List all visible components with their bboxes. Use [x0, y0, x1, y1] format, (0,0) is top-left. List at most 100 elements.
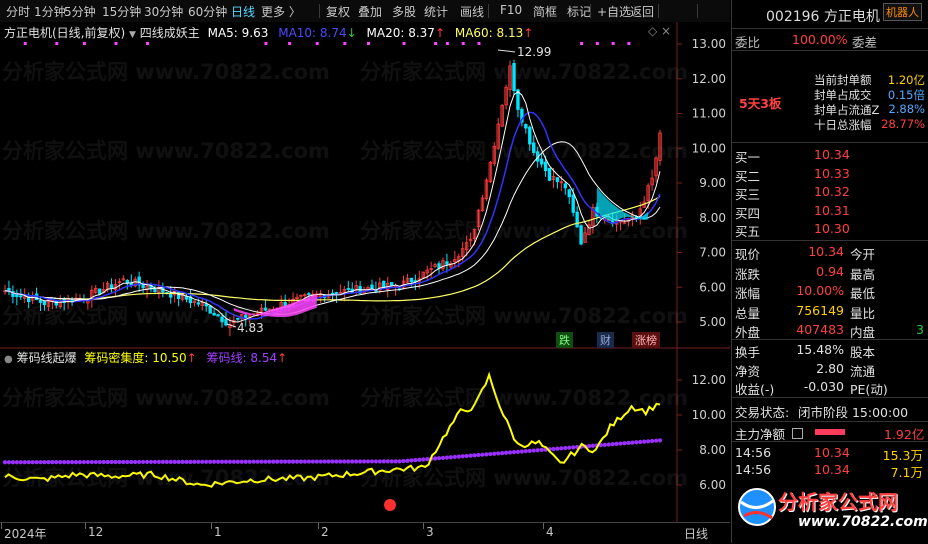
toolbar-item[interactable]: 分时: [6, 3, 30, 20]
sub-indicator-name[interactable]: 筹码线起爆: [17, 351, 77, 365]
candle-body: [15, 293, 19, 297]
badge-finance[interactable]: 财: [597, 332, 614, 348]
chip-line-dot: [417, 457, 422, 462]
tick-time: 14:56: [735, 445, 772, 460]
chip-line-dot: [496, 451, 501, 456]
toolbar-item[interactable]: 60分钟: [188, 3, 227, 20]
toolbar-item[interactable]: F10: [500, 3, 522, 17]
quote-value: 0.94: [816, 263, 844, 279]
kline-chart[interactable]: 13.00 12.00 11.00 10.00 9.00 8.00 7.00 6.00 5.00…: [0, 22, 730, 522]
toolbar-item[interactable]: 复权: [326, 3, 350, 20]
robot-tag[interactable]: 机器人: [883, 3, 922, 21]
weibi-label: 委比: [735, 35, 761, 50]
chip-line-dot: [373, 459, 379, 464]
candle-body: [563, 183, 568, 189]
quote-value: 756149: [796, 302, 844, 318]
chip-line-dot: [504, 450, 509, 455]
chip-line-dot: [614, 441, 619, 446]
chip-line-dot: [18, 460, 23, 465]
toolbar-item[interactable]: +自选: [597, 3, 631, 20]
candle-body: [19, 295, 23, 298]
chip-line-dot: [6, 460, 12, 465]
chip-line-dot: [223, 459, 229, 464]
price-tick-label: 5.00: [699, 315, 726, 329]
toolbar-item[interactable]: 日线: [231, 3, 255, 20]
candle-body: [389, 282, 394, 286]
period-toolbar: 分时 1分钟 5分钟 15分钟 30分钟 60分钟 日线 更多 〉 复权 叠加 多股 统计 画线 F10 简…: [0, 0, 730, 23]
chip-line-dot: [590, 443, 596, 448]
low-price-label: 4.83: [237, 321, 264, 335]
chip-line-dot: [657, 438, 663, 443]
toolbar-item[interactable]: 标记: [567, 3, 591, 20]
chip-line-dot: [354, 459, 359, 464]
toolbar-item[interactable]: 叠加: [358, 3, 382, 20]
toolbar-item[interactable]: 多股: [392, 3, 416, 20]
badge-fall[interactable]: 跌: [556, 332, 573, 348]
candle-body: [97, 288, 102, 295]
arrow-down-icon: ↓: [346, 26, 357, 40]
candle-body: [212, 312, 216, 316]
stat-label: 十日总涨幅: [814, 118, 872, 132]
bid-price[interactable]: 10.33: [814, 166, 850, 181]
chip-line-dot: [26, 460, 31, 465]
date-axis-label: 4: [546, 525, 554, 539]
bid-price[interactable]: 10.34: [814, 147, 850, 162]
chip-line-dot: [34, 460, 39, 465]
chip-line-dot: [54, 460, 59, 465]
weibi-value: 100.00%: [792, 32, 848, 47]
toolbar-item[interactable]: 15分钟: [102, 3, 141, 20]
price-tick-label: 7.00: [699, 246, 726, 260]
chip-line-dot: [271, 459, 276, 464]
chip-line-dot: [121, 459, 126, 465]
chart-options-icons[interactable]: ◇ ×: [648, 24, 671, 38]
turnover-label: 净资: [735, 363, 761, 379]
toolbar-item[interactable]: 画线: [460, 3, 484, 20]
toolbar-item[interactable]: 简框: [533, 3, 557, 20]
arrow-up-icon: ↑: [186, 351, 197, 365]
chip-line-dot: [62, 460, 67, 465]
bid-label: 买五: [735, 224, 761, 239]
chip-line-dot: [113, 459, 118, 465]
price-tick-label: 9.00: [699, 176, 726, 190]
chip-line-dot: [263, 459, 268, 464]
chip-line-dot: [93, 459, 98, 465]
checkbox-icon[interactable]: [792, 428, 803, 439]
candle-body: [532, 142, 536, 153]
chip-line-dot: [148, 459, 154, 465]
badge-limit-up-list[interactable]: 涨榜: [632, 332, 660, 348]
chip-line-dot: [58, 460, 63, 465]
stat-value: 1.20亿: [887, 73, 925, 87]
chip-line-dot: [188, 459, 193, 464]
main-chart-header: 方正电机(日线,前复权) ▼ 四线成妖主 MA5: 9.63 MA10: 8.7…: [4, 24, 533, 41]
date-axis-label: 1: [214, 525, 222, 539]
chip-line-dot: [172, 459, 177, 464]
chip-line-dot: [480, 452, 485, 457]
chip-line-dot: [89, 459, 94, 465]
chip-line-dot: [105, 459, 110, 465]
bid-price[interactable]: 10.32: [814, 184, 850, 199]
bid-price[interactable]: 10.30: [814, 221, 850, 236]
toolbar-item[interactable]: 更多 〉: [261, 3, 301, 20]
chip-line-dot: [350, 459, 355, 464]
chip-line-dot: [144, 459, 150, 465]
indicator-name[interactable]: 四线成妖主: [140, 26, 200, 40]
ma5-label: MA5: 9.63: [207, 26, 269, 40]
toolbar-item[interactable]: 5分钟: [64, 3, 96, 20]
chip-line-dot: [460, 454, 465, 459]
chip-line-dot: [129, 459, 134, 465]
close-icon[interactable]: ●: [4, 354, 13, 365]
chip-line-dot: [97, 459, 102, 465]
toolbar-item[interactable]: 返回: [630, 3, 654, 20]
chip-line-dot: [204, 459, 209, 464]
candle-body: [169, 293, 173, 298]
chip-line-dot: [219, 459, 225, 464]
sub-tick-label: 12.00: [692, 373, 726, 387]
toolbar-item[interactable]: 1分钟: [34, 3, 66, 20]
bid-price[interactable]: 10.31: [814, 203, 850, 218]
toolbar-item[interactable]: 30分钟: [144, 3, 183, 20]
chip-line-dot: [571, 445, 576, 450]
toolbar-item[interactable]: 统计: [424, 3, 448, 20]
dropdown-triangle-icon[interactable]: ▼: [129, 30, 136, 40]
chip-line-dot: [432, 456, 438, 461]
candle-body: [571, 194, 575, 213]
